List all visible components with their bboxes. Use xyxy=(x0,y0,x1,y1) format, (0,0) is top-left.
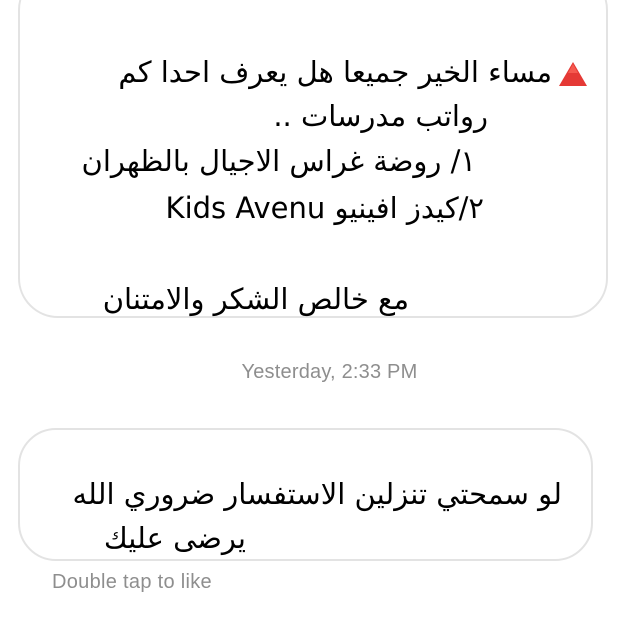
message-timestamp: Yesterday, 2:33 PM xyxy=(241,361,418,383)
message-thread: مساء الخير جميعا هل يعرف احدا كم رواتب م… xyxy=(0,0,640,640)
message-line: مع خالص الشكر والامتنان xyxy=(102,282,409,316)
message-line: مساء الخير جميعا هل يعرف احدا كم xyxy=(118,52,588,92)
red-triangle-icon xyxy=(559,62,587,86)
message-line: لو سمحتي تنزلين الاستفسار ضروري الله xyxy=(72,477,562,511)
message-line: رواتب مدرسات .. xyxy=(273,99,488,133)
message-text: مساء الخير جميعا هل يعرف احدا كم xyxy=(118,55,552,89)
double-tap-like-hint: Double tap to like xyxy=(52,571,212,593)
message-line: ١/ روضة غراس الاجيال بالظهران xyxy=(81,144,476,178)
message-line: يرضى عليك xyxy=(103,521,246,555)
message-line: ٢/كيدز افينيو Kids Avenu xyxy=(165,191,484,225)
